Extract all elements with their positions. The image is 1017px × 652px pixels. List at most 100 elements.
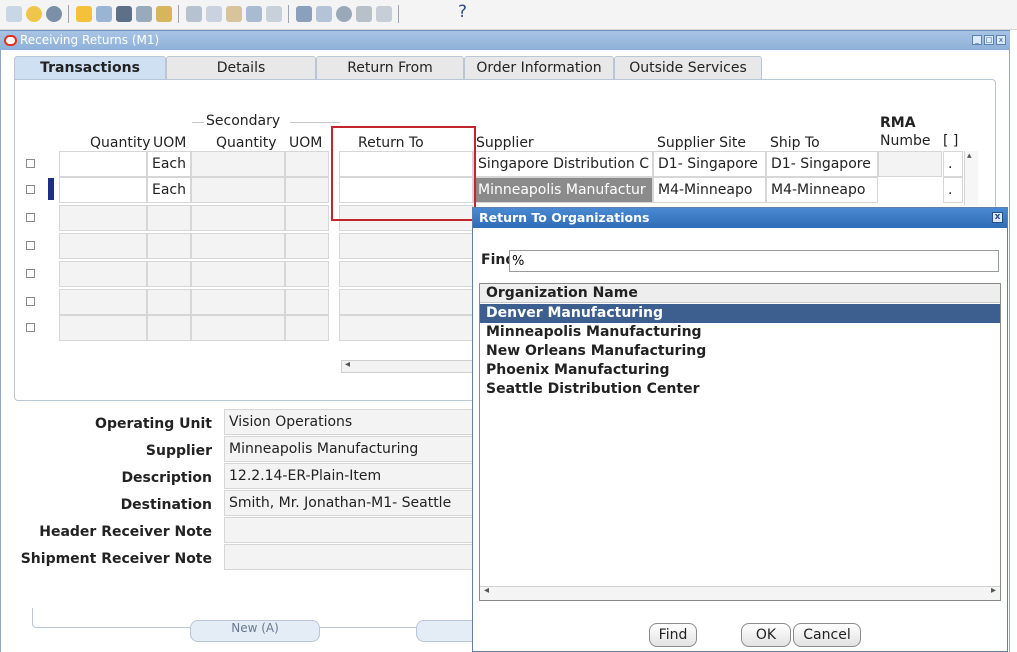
secondary-quantity-field[interactable] [191, 315, 285, 341]
row-select-checkbox[interactable] [26, 159, 35, 168]
tab-order-information[interactable]: Order Information [464, 56, 614, 80]
maximize-icon[interactable]: □ [984, 35, 994, 45]
uom-field[interactable]: Each [147, 177, 191, 203]
list-item[interactable]: Denver Manufacturing [480, 304, 1000, 323]
secondary-uom-field[interactable] [285, 261, 329, 287]
scroll-right-icon[interactable]: ▸ [991, 585, 996, 596]
uom-field[interactable] [147, 289, 191, 315]
scroll-left-icon[interactable]: ◂ [484, 585, 489, 596]
zoom-icon[interactable] [316, 6, 332, 22]
row-select-checkbox[interactable] [26, 323, 35, 332]
description-field[interactable]: 12.2.14-ER-Plain-Item [224, 463, 474, 489]
supplier-field[interactable]: Minneapolis Manufactur [473, 177, 653, 203]
help-docs-icon[interactable] [156, 6, 172, 22]
help-icon[interactable]: ? [458, 2, 467, 22]
secondary-quantity-field[interactable] [191, 151, 285, 177]
dialog-close-icon[interactable]: x [992, 212, 1003, 223]
more-field[interactable]: . [943, 151, 963, 177]
quantity-field[interactable] [59, 205, 147, 231]
secondary-quantity-field[interactable] [191, 205, 285, 231]
more-field[interactable]: . [943, 177, 963, 203]
uom-field[interactable]: Each [147, 151, 191, 177]
quantity-field[interactable] [59, 289, 147, 315]
secondary-quantity-field[interactable] [191, 261, 285, 287]
uom-field[interactable] [147, 261, 191, 287]
translations-icon[interactable] [336, 6, 352, 22]
return-to-field[interactable] [339, 233, 473, 259]
navigator-icon[interactable] [46, 6, 62, 22]
list-item[interactable]: Seattle Distribution Center [480, 380, 1000, 399]
list-item[interactable]: Phoenix Manufacturing [480, 361, 1000, 380]
secondary-quantity-field[interactable] [191, 289, 285, 315]
secondary-uom-field[interactable] [285, 315, 329, 341]
uom-field[interactable] [147, 315, 191, 341]
secondary-uom-field[interactable] [285, 177, 329, 203]
row-select-checkbox[interactable] [26, 241, 35, 250]
next-step-icon[interactable] [96, 6, 112, 22]
secondary-uom-field[interactable] [285, 233, 329, 259]
row-select-checkbox[interactable] [26, 213, 35, 222]
delete-record-icon[interactable] [266, 6, 282, 22]
find-input[interactable] [509, 250, 999, 272]
new-record-icon[interactable] [246, 6, 262, 22]
row-select-checkbox[interactable] [26, 185, 35, 194]
return-to-field[interactable] [339, 289, 473, 315]
tab-details[interactable]: Details [166, 56, 316, 80]
edit-field-icon[interactable] [296, 6, 312, 22]
destination-field[interactable]: Smith, Mr. Jonathan-M1- Seattle [224, 490, 474, 516]
scroll-up-icon[interactable]: ▴ [967, 151, 972, 161]
ship-to-field[interactable]: M4-Minneapo [766, 177, 878, 203]
row-select-checkbox[interactable] [26, 297, 35, 306]
rma-number-field[interactable] [878, 151, 942, 177]
new-button[interactable]: New (A) [190, 620, 320, 642]
copy-icon[interactable] [206, 6, 222, 22]
quantity-field[interactable] [59, 261, 147, 287]
ship-to-field[interactable]: D1- Singapore [766, 151, 878, 177]
minimize-icon[interactable]: _ [972, 35, 982, 45]
row-select-checkbox[interactable] [26, 269, 35, 278]
return-to-organizations-dialog: Return To Organizations x Find Organizat… [472, 207, 1008, 652]
close-icon[interactable]: x [996, 35, 1006, 45]
list-item[interactable]: New Orleans Manufacturing [480, 342, 1000, 361]
uom-field[interactable] [147, 205, 191, 231]
print-icon[interactable] [116, 6, 132, 22]
tab-transactions[interactable]: Transactions [14, 56, 166, 80]
paste-icon[interactable] [226, 6, 242, 22]
attachments-icon[interactable] [356, 6, 372, 22]
flashlight-icon[interactable] [26, 6, 42, 22]
quantity-field[interactable] [59, 233, 147, 259]
list-horizontal-scrollbar[interactable]: ◂ ▸ [480, 585, 1000, 600]
quantity-field[interactable] [59, 315, 147, 341]
return-to-field[interactable] [339, 261, 473, 287]
grid-vertical-scrollbar[interactable]: ▴ [964, 151, 978, 205]
grid-horizontal-scrollbar[interactable]: ◂ [341, 359, 473, 373]
scroll-left-icon[interactable]: ◂ [345, 359, 350, 370]
list-item[interactable]: Minneapolis Manufacturing [480, 323, 1000, 342]
secondary-quantity-field[interactable] [191, 177, 285, 203]
cut-icon[interactable] [186, 6, 202, 22]
secondary-uom-field[interactable] [285, 205, 329, 231]
cancel-button[interactable]: Cancel [793, 623, 861, 647]
quantity-field[interactable] [59, 151, 147, 177]
supplier-value-field[interactable]: Minneapolis Manufacturing [224, 436, 474, 462]
quantity-field[interactable] [59, 177, 147, 203]
folder-tools-icon[interactable] [376, 6, 392, 22]
uom-field[interactable] [147, 233, 191, 259]
find-button[interactable]: Find [649, 623, 697, 647]
secondary-uom-field[interactable] [285, 289, 329, 315]
tab-return-from[interactable]: Return From [316, 56, 464, 80]
header-receiver-note-field[interactable] [224, 517, 474, 543]
supplier-site-field[interactable]: D1- Singapore [653, 151, 766, 177]
shipment-receiver-note-field[interactable] [224, 544, 474, 570]
tab-outside-services[interactable]: Outside Services [614, 56, 762, 80]
supplier-site-field[interactable]: M4-Minneapo [653, 177, 766, 203]
close-form-icon[interactable] [136, 6, 152, 22]
operating-unit-field[interactable]: Vision Operations [224, 409, 474, 435]
secondary-uom-field[interactable] [285, 151, 329, 177]
secondary-quantity-field[interactable] [191, 233, 285, 259]
new-icon[interactable] [6, 6, 22, 22]
return-to-field[interactable] [339, 315, 473, 341]
ok-button[interactable]: OK [741, 623, 791, 647]
save-icon[interactable] [76, 6, 92, 22]
supplier-field[interactable]: Singapore Distribution C [473, 151, 653, 177]
